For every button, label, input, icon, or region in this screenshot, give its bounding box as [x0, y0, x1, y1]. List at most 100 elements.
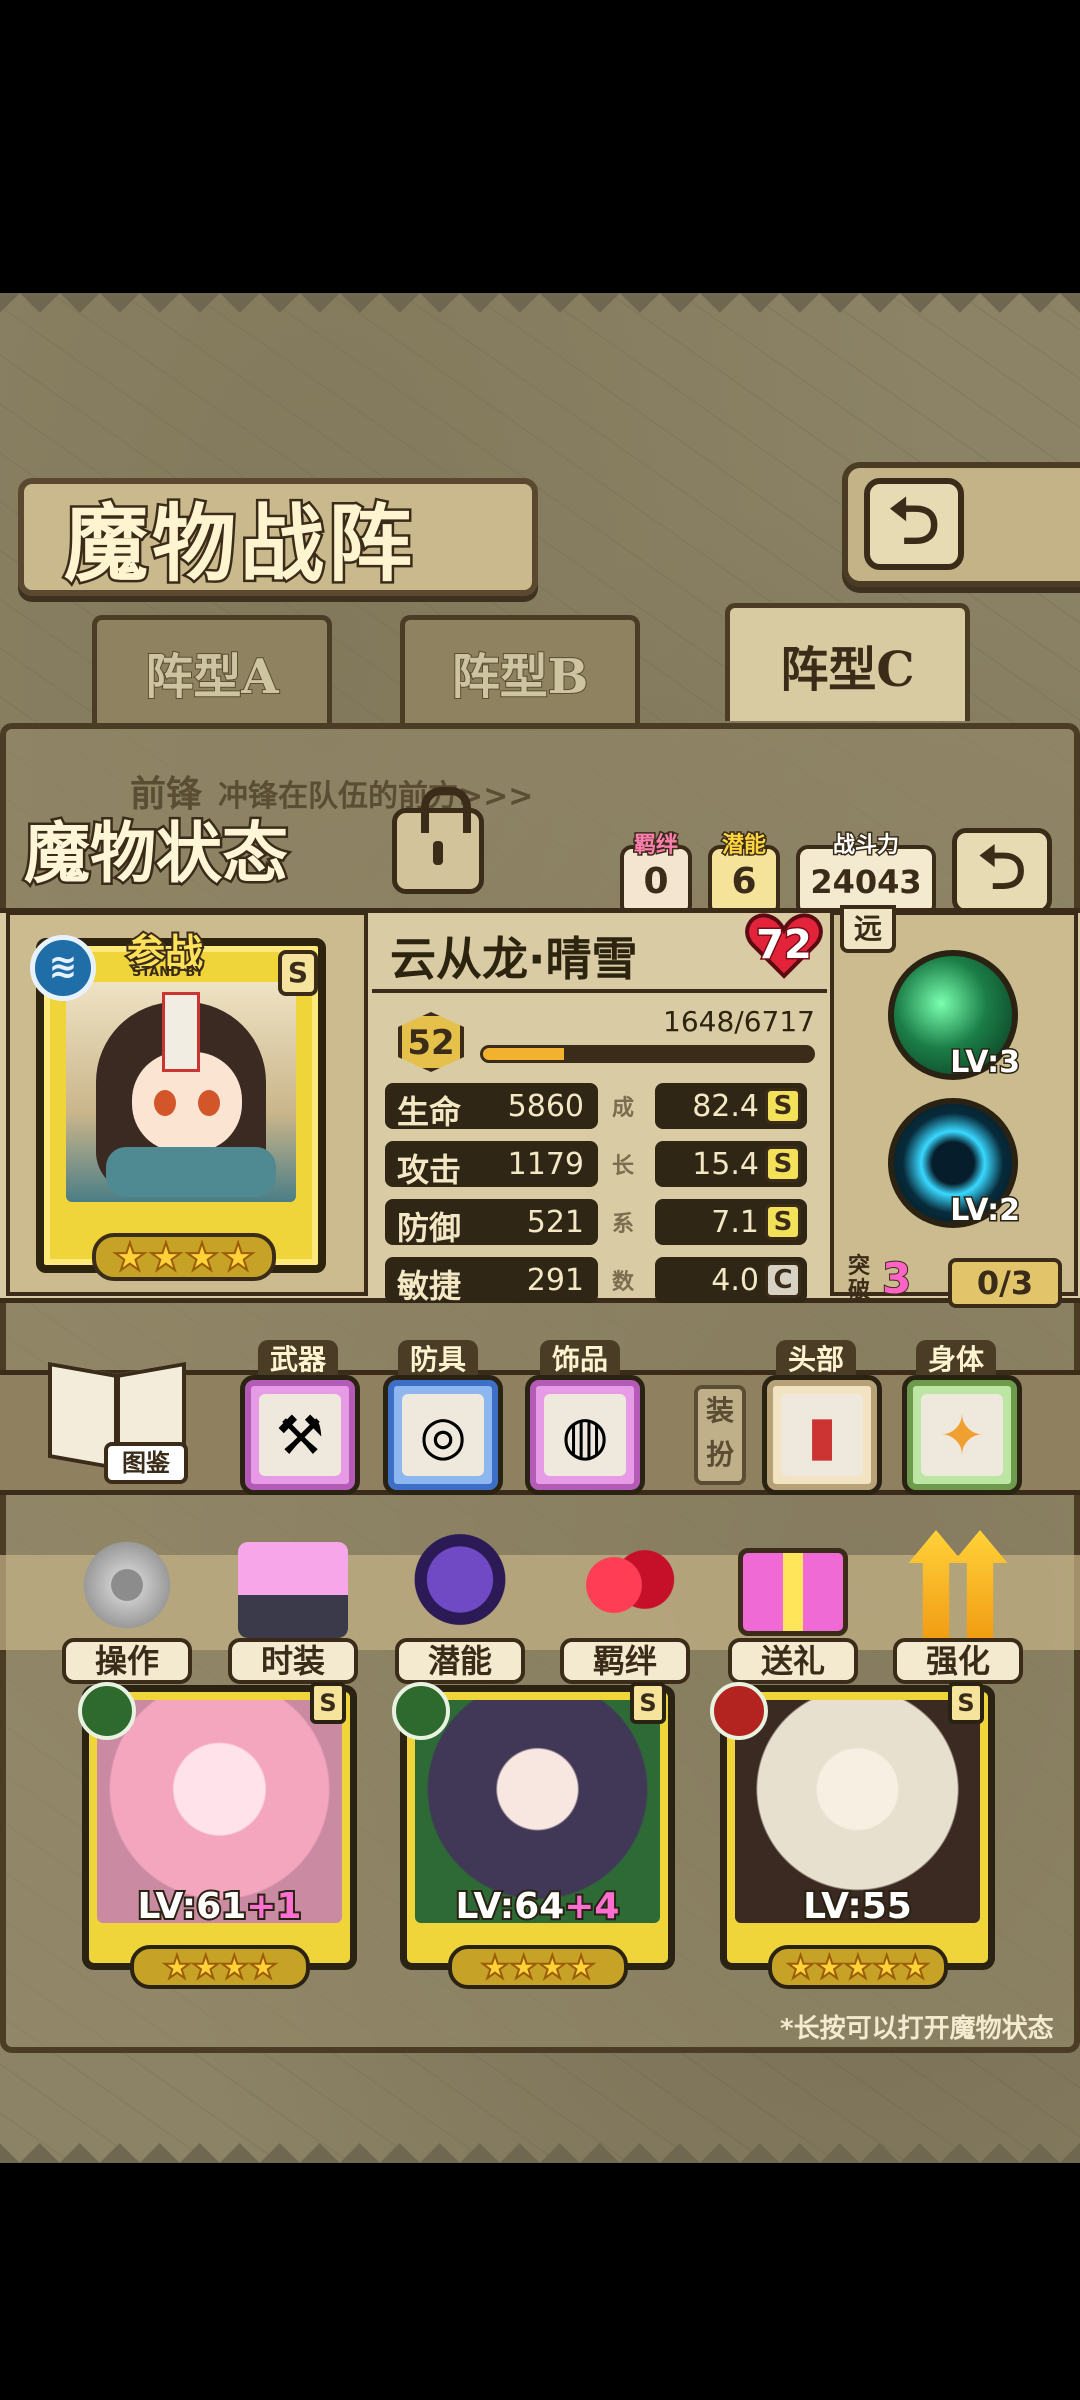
long-press-tip: *长按可以打开魔物状态	[780, 2014, 1054, 2044]
bond-chip: 羁绊 0	[620, 832, 692, 917]
growth-label: 数	[612, 1270, 635, 1295]
power-label: 战斗力	[831, 832, 900, 860]
tab-formation-c[interactable]: 阵型C	[725, 603, 970, 721]
accessory-slot[interactable]: ◍	[525, 1375, 645, 1495]
back-button[interactable]: ⮌	[842, 462, 1080, 587]
star-icon: ★	[112, 1235, 148, 1279]
team-level: LV:64+4	[407, 1884, 668, 1929]
breakthrough-count[interactable]: 0/3	[948, 1258, 1062, 1308]
level-text: LV:55	[801, 1884, 914, 1929]
stat-value: 521	[526, 1205, 584, 1240]
star-icon: ★	[566, 1947, 597, 1987]
star-icon: ★	[162, 1947, 193, 1987]
star-rating: ★ ★ ★ ★	[448, 1945, 628, 1989]
star-icon: ★	[184, 1235, 220, 1279]
stat-name: 生命	[397, 1093, 462, 1131]
codex-label: 图鉴	[104, 1442, 188, 1484]
action-label: 时装	[228, 1638, 358, 1684]
stat-value: 5860	[507, 1089, 584, 1124]
action-upgrade-button[interactable]: 强化	[893, 1530, 1023, 1684]
weapon-slot[interactable]: ⚒	[240, 1375, 360, 1495]
grass-element-icon	[392, 1682, 450, 1740]
growth-hp: 82.4 S	[655, 1083, 807, 1129]
tab-formation-a[interactable]: 阵型A	[92, 615, 332, 723]
level-text: LV:61	[136, 1884, 249, 1929]
affection-value: 72	[755, 921, 814, 970]
stars-charm-icon: ✦	[939, 1403, 985, 1467]
monster-name: 云从龙·晴雪	[390, 932, 638, 986]
outfit-icon	[238, 1542, 348, 1638]
exp-bar	[480, 1045, 815, 1063]
action-gift-button[interactable]: 送礼	[728, 1530, 858, 1684]
star-icon: ★	[219, 1947, 250, 1987]
rank-badge: S	[630, 1682, 666, 1724]
hearts-icon	[570, 1530, 680, 1640]
fire-element-icon	[710, 1682, 768, 1740]
torn-edge-top	[0, 293, 1080, 333]
growth-value: 15.4	[692, 1147, 759, 1182]
action-potential-button[interactable]: 潜能	[395, 1530, 525, 1684]
star-icon: ★	[220, 1235, 256, 1279]
range-tag: 远	[840, 905, 896, 953]
growth-value: 7.1	[711, 1205, 759, 1240]
star-icon: ★	[900, 1947, 931, 1987]
head-label: 头部	[776, 1340, 857, 1380]
armor-label: 防具	[398, 1340, 479, 1380]
skill-slash-icon[interactable]: LV:3	[888, 950, 1022, 1082]
action-label: 送礼	[728, 1638, 858, 1684]
dress-up-label: 装扮	[694, 1385, 746, 1485]
codex-book-icon[interactable]: 图鉴	[40, 1358, 190, 1488]
portrait-eye	[154, 1090, 176, 1116]
potential-icon	[405, 1530, 515, 1640]
growth-def: 7.1 S	[655, 1199, 807, 1245]
stat-row-agi: 敏捷 291	[385, 1257, 598, 1305]
star-icon: ★	[508, 1947, 539, 1987]
portrait-scarf	[106, 1147, 276, 1197]
back-arrow-icon: ⮌	[864, 478, 964, 570]
armor-slot[interactable]: ◎	[383, 1375, 503, 1495]
bond-label: 羁绊	[632, 832, 679, 860]
action-operate-button[interactable]: 操作	[62, 1530, 192, 1684]
team-level: LV:55	[727, 1884, 988, 1929]
tab-label: 阵型A	[144, 648, 279, 706]
grass-element-icon	[78, 1682, 136, 1740]
growth-label: 成	[612, 1096, 635, 1121]
action-fashion-button[interactable]: 时装	[228, 1530, 358, 1684]
growth-atk: 15.4 S	[655, 1141, 807, 1187]
gear-icon	[72, 1530, 182, 1640]
skill-level: LV:2	[949, 1192, 1022, 1230]
action-label: 强化	[893, 1638, 1023, 1684]
stat-row-atk: 攻击 1179	[385, 1141, 598, 1189]
grade-badge: S	[765, 1204, 801, 1240]
star-icon: ★	[814, 1947, 845, 1987]
tab-label: 阵型B	[451, 648, 590, 706]
star-icon: ★	[843, 1947, 874, 1987]
close-status-button[interactable]: ⮌	[952, 828, 1052, 914]
shield-emblem-icon: ◎	[419, 1403, 467, 1467]
star-icon: ★	[785, 1947, 816, 1987]
rank-badge: S	[948, 1682, 984, 1724]
body-slot[interactable]: ✦	[902, 1375, 1022, 1495]
level-plus: +1	[244, 1884, 303, 1929]
breakthrough-value: 3	[881, 1253, 912, 1304]
action-label: 潜能	[395, 1638, 525, 1684]
lock-icon[interactable]	[392, 787, 484, 894]
stat-name: 攻击	[397, 1151, 462, 1189]
grade-badge: C	[765, 1262, 801, 1298]
skill-vortex-icon[interactable]: LV:2	[888, 1098, 1022, 1230]
scythe-icon: ⚒	[275, 1403, 325, 1467]
growth-value: 82.4	[692, 1089, 759, 1124]
page-title: 魔物战阵	[61, 491, 417, 595]
potential-label: 潜能	[720, 832, 767, 860]
action-bond-button[interactable]: 羁绊	[560, 1530, 690, 1684]
tab-label: 阵型C	[780, 641, 915, 698]
stat-value: 291	[526, 1263, 584, 1298]
upgrade-icon	[908, 1530, 1008, 1640]
exp-text: 1648/6717	[663, 1005, 815, 1038]
weapon-label: 武器	[258, 1340, 339, 1380]
head-slot[interactable]: ▮	[762, 1375, 882, 1495]
skill-level: LV:3	[949, 1044, 1022, 1082]
stat-name: 防御	[397, 1209, 462, 1247]
tab-formation-b[interactable]: 阵型B	[400, 615, 640, 723]
talisman-icon: ▮	[807, 1403, 837, 1467]
